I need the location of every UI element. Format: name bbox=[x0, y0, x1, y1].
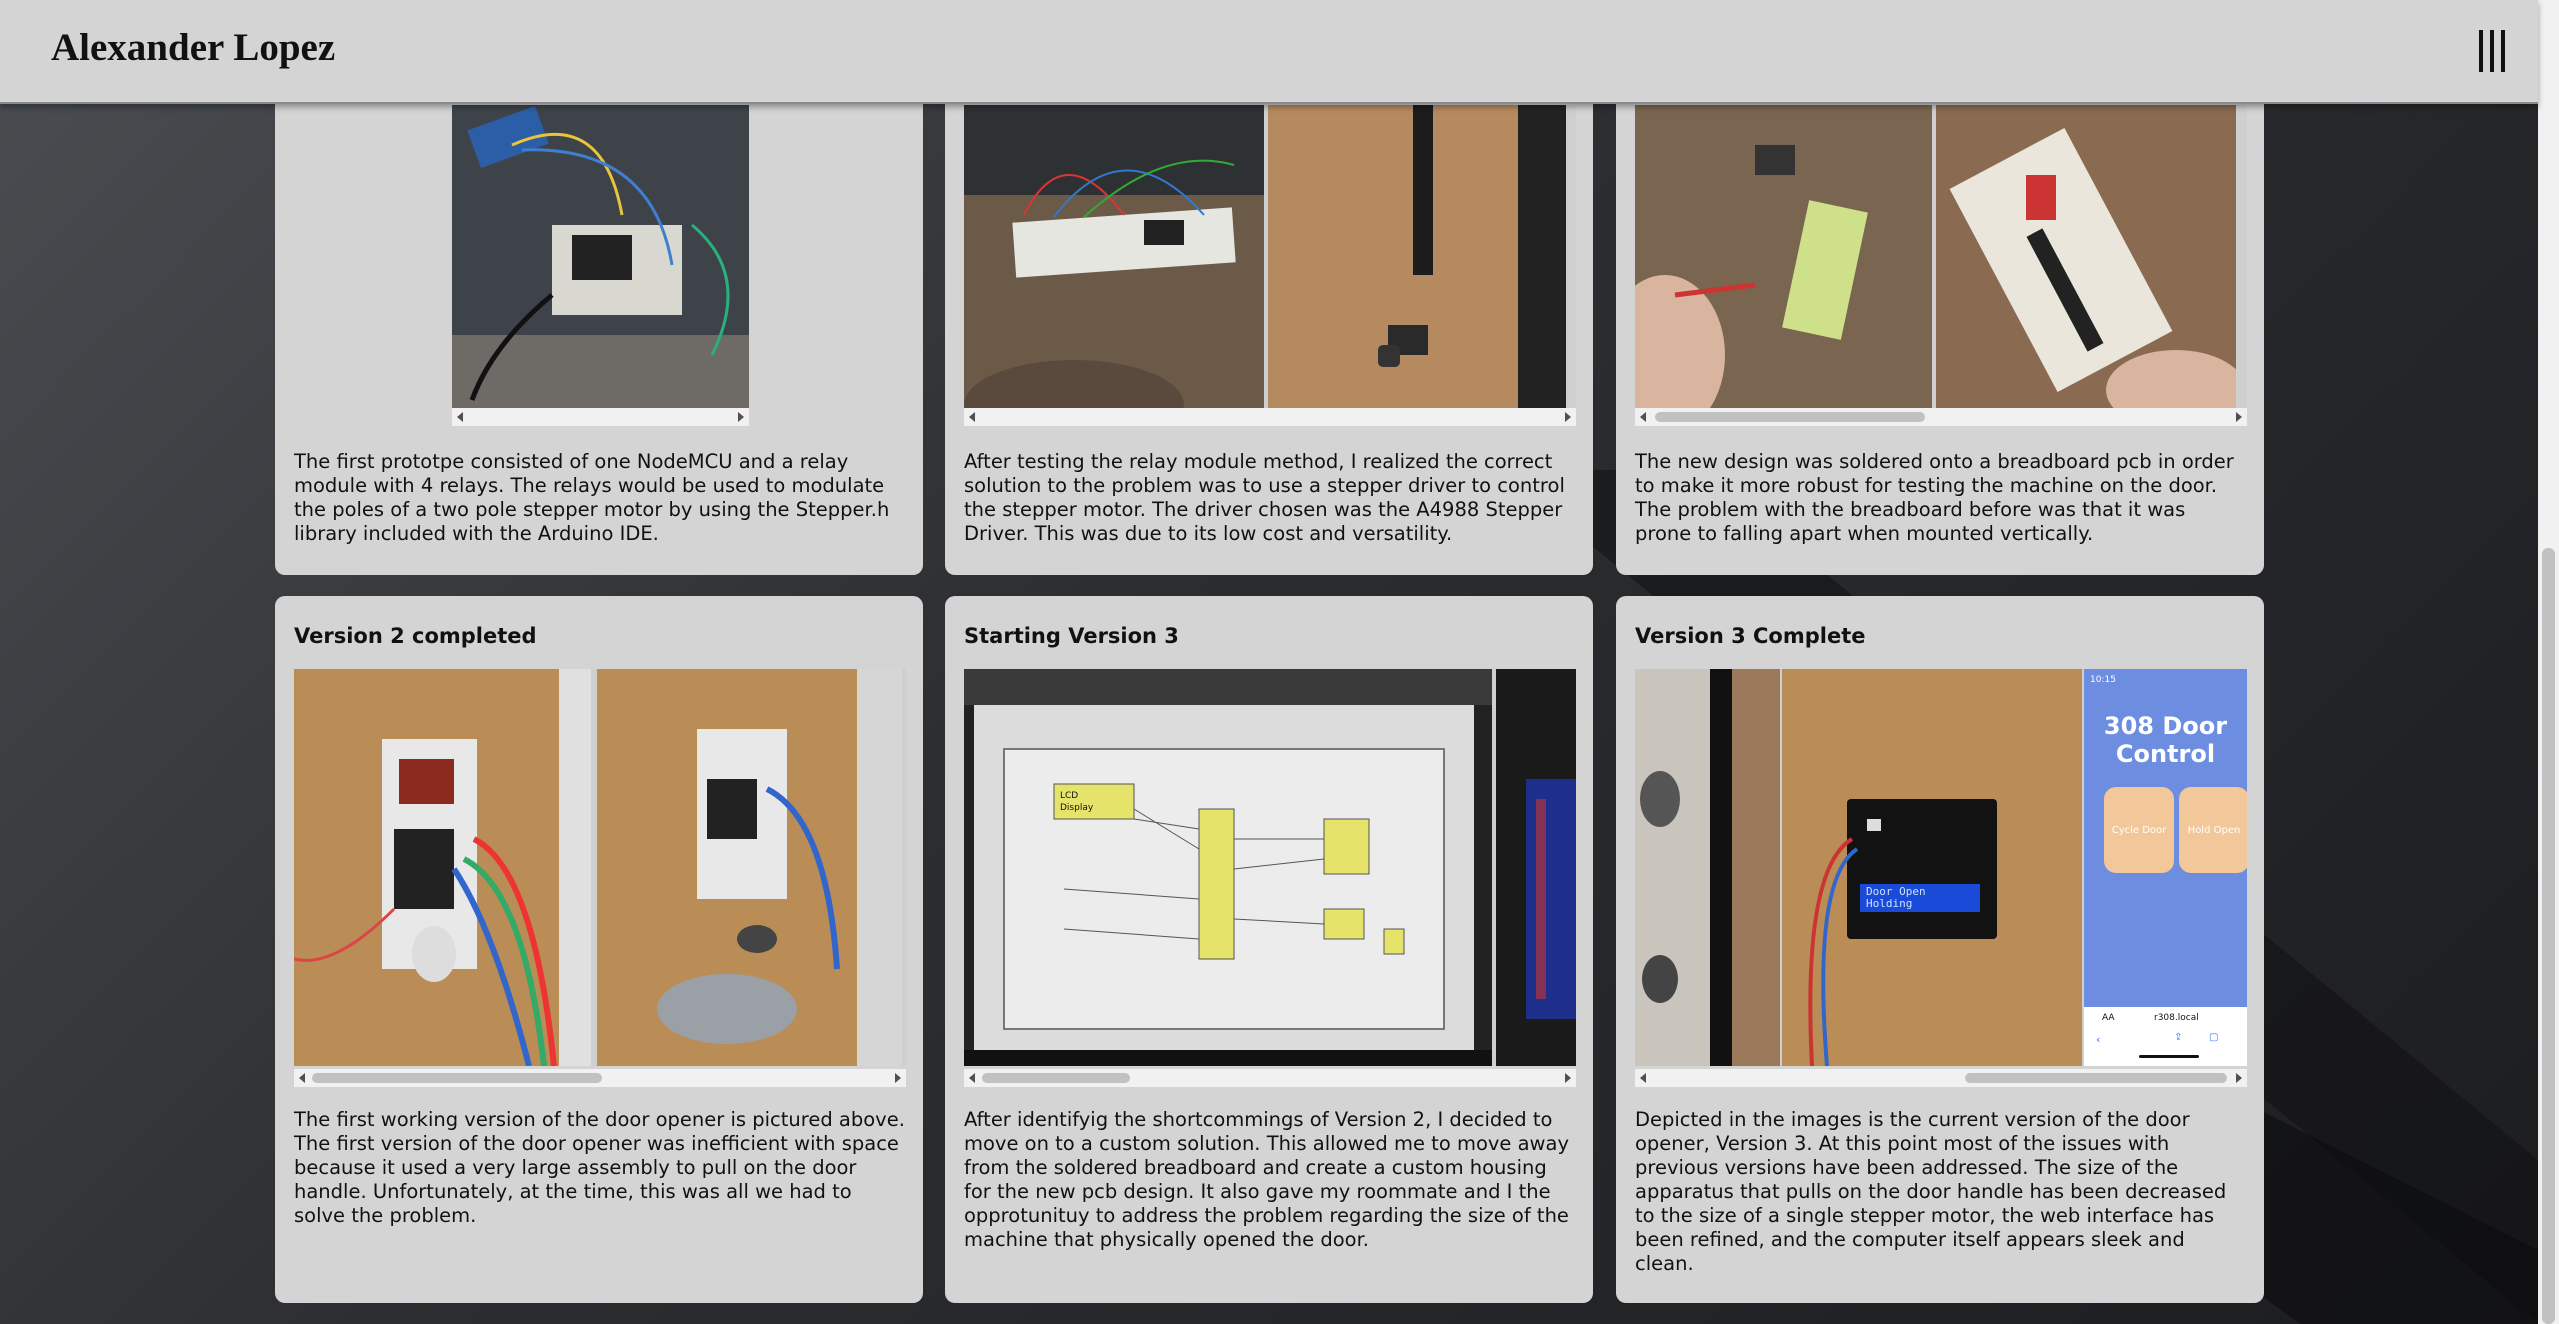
image-gallery[interactable] bbox=[964, 105, 1576, 408]
project-card-5: Starting Version 3 LCD Display After ide… bbox=[945, 596, 1593, 1303]
bookmarks-icon: ▢ bbox=[2209, 1032, 2219, 1043]
card-description: After testing the relay module method, I… bbox=[964, 450, 1565, 545]
card-title: Version 3 Complete bbox=[1635, 624, 1866, 648]
phone-app-title: 308 Door Control bbox=[2103, 712, 2228, 768]
page-scrollbar[interactable] bbox=[2538, 0, 2559, 1324]
soldered-board-photo bbox=[1936, 105, 2236, 408]
cycle-door-button[interactable]: Cycle Door bbox=[2104, 787, 2174, 873]
web-interface-screenshot: 10:15 308 Door Control Cycle Door Hold O… bbox=[2084, 669, 2247, 1066]
gallery-scrollbar[interactable] bbox=[964, 408, 1576, 426]
image-gallery[interactable]: Door Open Holding 10:15 308 Door Control… bbox=[1635, 669, 2247, 1066]
version-2-front-photo bbox=[294, 669, 591, 1066]
card-description: Depicted in the images is the current ve… bbox=[1635, 1108, 2227, 1275]
door-mounted-device-photo bbox=[1268, 105, 1566, 408]
lcd-screen: Door Open Holding bbox=[1860, 884, 1980, 912]
scrollbar-thumb[interactable] bbox=[1655, 412, 1925, 422]
scroll-right-arrow-icon[interactable] bbox=[895, 1073, 901, 1083]
share-icon: ⇪ bbox=[2174, 1032, 2183, 1043]
scroll-left-arrow-icon[interactable] bbox=[1640, 1073, 1646, 1083]
project-card-6: Version 3 Complete Door Open Holding 10:… bbox=[1616, 596, 2264, 1303]
phone-browser-bar: AA r308.local ‹ ⇪ ▢ bbox=[2084, 1007, 2247, 1066]
hamburger-menu-icon[interactable] bbox=[2474, 30, 2510, 72]
scroll-right-arrow-icon[interactable] bbox=[738, 412, 744, 422]
svg-text:LCD: LCD bbox=[1060, 791, 1078, 801]
scroll-left-arrow-icon[interactable] bbox=[299, 1073, 305, 1083]
gallery-scrollbar[interactable] bbox=[452, 408, 749, 426]
version-2-side-photo bbox=[597, 669, 902, 1066]
gallery-scrollbar[interactable] bbox=[1635, 408, 2247, 426]
stepper-driver-breadboard-photo bbox=[964, 105, 1264, 408]
card-description: After identifyig the shortcommings of Ve… bbox=[964, 1108, 1569, 1251]
phone-aa-label: AA bbox=[2102, 1013, 2115, 1023]
card-title: Version 2 completed bbox=[294, 624, 537, 648]
card-description: The first prototpe consisted of one Node… bbox=[294, 450, 890, 545]
relay-prototype-photo bbox=[452, 105, 749, 408]
svg-text:Display: Display bbox=[1060, 803, 1094, 813]
phone-time: 10:15 bbox=[2090, 675, 2116, 685]
scroll-right-arrow-icon[interactable] bbox=[1565, 1073, 1571, 1083]
scrollbar-thumb[interactable] bbox=[982, 1073, 1130, 1083]
scroll-left-arrow-icon[interactable] bbox=[969, 1073, 975, 1083]
pcb-layout-photo bbox=[1496, 669, 1576, 1066]
hold-open-button[interactable]: Hold Open bbox=[2179, 787, 2247, 873]
scroll-right-arrow-icon[interactable] bbox=[2236, 412, 2242, 422]
gallery-scrollbar[interactable] bbox=[294, 1069, 906, 1087]
version-3-device-photo bbox=[1782, 669, 2082, 1066]
project-card-2: After testing the relay module method, I… bbox=[945, 60, 1593, 575]
gallery-scrollbar[interactable] bbox=[964, 1069, 1576, 1087]
back-arrow-icon: ‹ bbox=[2096, 1033, 2101, 1046]
pcb-schematic-photo: LCD Display bbox=[964, 669, 1492, 1066]
image-gallery[interactable]: LCD Display bbox=[964, 669, 1576, 1066]
scroll-left-arrow-icon[interactable] bbox=[1640, 412, 1646, 422]
card-description: The new design was soldered onto a bread… bbox=[1635, 450, 2234, 545]
scroll-right-arrow-icon[interactable] bbox=[2236, 1073, 2242, 1083]
phone-url: r308.local bbox=[2154, 1013, 2199, 1023]
home-indicator bbox=[2139, 1055, 2199, 1058]
image-gallery[interactable] bbox=[452, 105, 749, 408]
scrollbar-thumb[interactable] bbox=[312, 1073, 602, 1083]
page-scrollbar-thumb[interactable] bbox=[2542, 548, 2555, 1324]
version-3-door-side-photo bbox=[1635, 669, 1780, 1066]
project-card-3: The new design was soldered onto a bread… bbox=[1616, 60, 2264, 575]
image-gallery[interactable] bbox=[294, 669, 906, 1066]
project-card-4: Version 2 completed The first working ve… bbox=[275, 596, 923, 1303]
image-gallery[interactable] bbox=[1635, 105, 2247, 408]
project-card-1: The first prototpe consisted of one Node… bbox=[275, 60, 923, 575]
card-title: Starting Version 3 bbox=[964, 624, 1179, 648]
scrollbar-thumb[interactable] bbox=[1965, 1073, 2227, 1083]
site-title[interactable]: Alexander Lopez bbox=[51, 25, 335, 70]
scroll-right-arrow-icon[interactable] bbox=[1565, 412, 1571, 422]
card-description: The first working version of the door op… bbox=[294, 1108, 905, 1227]
gallery-scrollbar[interactable] bbox=[1635, 1069, 2247, 1087]
scroll-left-arrow-icon[interactable] bbox=[457, 412, 463, 422]
scroll-left-arrow-icon[interactable] bbox=[969, 412, 975, 422]
site-header: Alexander Lopez bbox=[0, 0, 2538, 104]
soldering-protoboard-photo bbox=[1635, 105, 1932, 408]
